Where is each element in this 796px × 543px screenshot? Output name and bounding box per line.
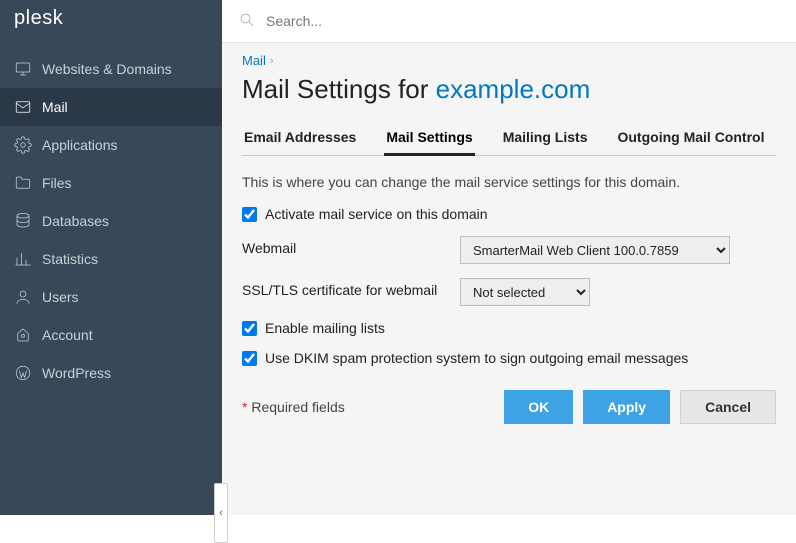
ok-button[interactable]: OK (504, 390, 573, 424)
tab-mail-settings[interactable]: Mail Settings (384, 123, 474, 155)
tab-outgoing-mail-control[interactable]: Outgoing Mail Control (615, 123, 766, 155)
content: ‹ Mail › Mail Settings for example.com E… (222, 42, 796, 515)
sidebar-item-websites-domains[interactable]: Websites & Domains (0, 50, 222, 88)
brand-text: plesk (14, 7, 63, 34)
tab-email-addresses[interactable]: Email Addresses (242, 123, 358, 155)
webmail-select[interactable]: SmarterMail Web Client 100.0.7859 (460, 236, 730, 264)
activate-mail-checkbox[interactable] (242, 207, 257, 222)
sidebar-item-statistics[interactable]: Statistics (0, 240, 222, 278)
main: ‹ Mail › Mail Settings for example.com E… (222, 0, 796, 515)
sidebar-item-applications[interactable]: Applications (0, 126, 222, 164)
ssl-label: SSL/TLS certificate for webmail (242, 278, 460, 298)
sidebar-item-files[interactable]: Files (0, 164, 222, 202)
sidebar-item-label: Account (42, 327, 93, 343)
mailing-lists-label: Enable mailing lists (265, 320, 385, 336)
cancel-button[interactable]: Cancel (680, 390, 776, 424)
gear-icon (14, 136, 32, 154)
sidebar-item-label: Mail (42, 99, 68, 115)
sidebar-item-wordpress[interactable]: WordPress (0, 354, 222, 392)
sidebar-item-mail[interactable]: Mail (0, 88, 222, 126)
description: This is where you can change the mail se… (242, 174, 776, 190)
activate-mail-label: Activate mail service on this domain (265, 206, 488, 222)
ssl-select[interactable]: Not selected (460, 278, 590, 306)
folder-icon (14, 174, 32, 192)
sidebar-item-users[interactable]: Users (0, 278, 222, 316)
sidebar-item-label: WordPress (42, 365, 111, 381)
sidebar-collapse-handle[interactable]: ‹ (214, 483, 228, 543)
apply-button[interactable]: Apply (583, 390, 670, 424)
page-title-domain: example.com (436, 74, 591, 104)
tabs: Email Addresses Mail Settings Mailing Li… (242, 123, 776, 156)
sidebar-nav: Websites & Domains Mail Applications Fil… (0, 40, 222, 392)
sidebar-item-label: Websites & Domains (42, 61, 172, 77)
mailing-lists-checkbox[interactable] (242, 321, 257, 336)
dkim-label: Use DKIM spam protection system to sign … (265, 350, 688, 366)
required-fields-note: * Required fields (242, 399, 345, 415)
database-icon (14, 212, 32, 230)
user-icon (14, 288, 32, 306)
envelope-icon (14, 98, 32, 116)
sidebar-item-label: Databases (42, 213, 109, 229)
breadcrumb: Mail › (242, 53, 776, 68)
wordpress-icon (14, 364, 32, 382)
sidebar-item-databases[interactable]: Databases (0, 202, 222, 240)
sidebar-item-label: Applications (42, 137, 118, 153)
sidebar-item-label: Files (42, 175, 72, 191)
searchbar (222, 0, 796, 42)
webmail-label: Webmail (242, 236, 460, 256)
chart-icon (14, 250, 32, 268)
sidebar-item-label: Statistics (42, 251, 98, 267)
sidebar: plesk Websites & Domains Mail Applicatio… (0, 0, 222, 515)
sidebar-item-label: Users (42, 289, 79, 305)
page-title: Mail Settings for example.com (242, 74, 776, 105)
required-label: Required fields (251, 399, 344, 415)
account-icon (14, 326, 32, 344)
dkim-checkbox[interactable] (242, 351, 257, 366)
page-title-prefix: Mail Settings for (242, 74, 436, 104)
monitor-icon (14, 60, 32, 78)
brand-logo: plesk (0, 0, 222, 40)
tab-mailing-lists[interactable]: Mailing Lists (501, 123, 590, 155)
chevron-right-icon: › (270, 55, 274, 67)
search-input[interactable] (266, 13, 780, 29)
search-icon (238, 11, 256, 32)
required-star: * (242, 399, 247, 415)
breadcrumb-mail[interactable]: Mail (242, 53, 266, 68)
sidebar-item-account[interactable]: Account (0, 316, 222, 354)
